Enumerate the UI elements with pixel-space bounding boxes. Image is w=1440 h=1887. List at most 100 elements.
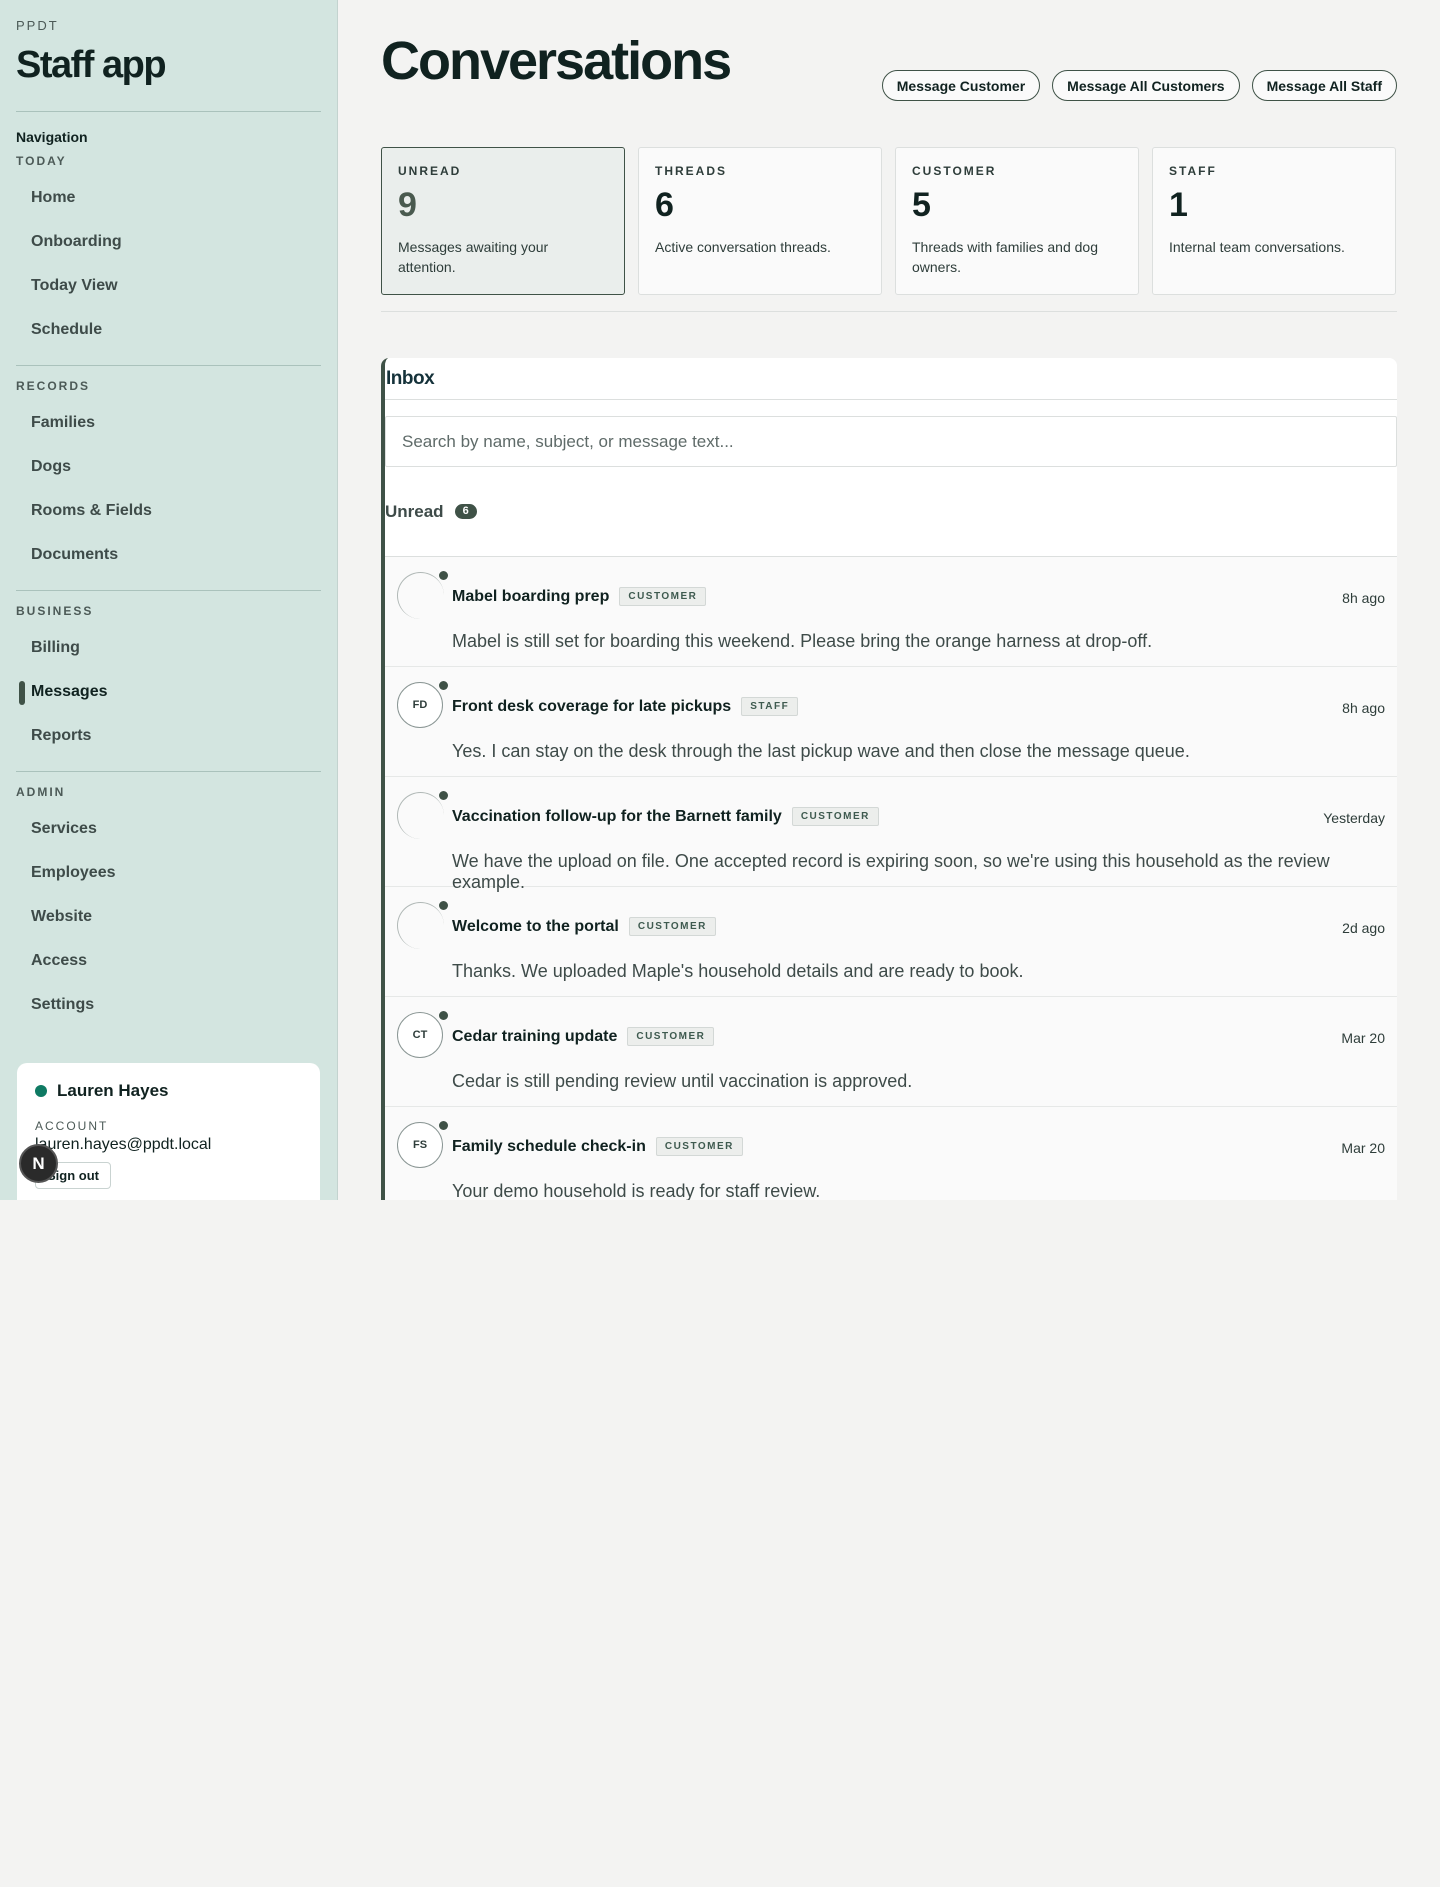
stat-label: STAFF [1169,164,1217,178]
sidebar-item-billing[interactable]: Billing [16,626,321,670]
message-all-customers-button[interactable]: Message All Customers [1052,70,1240,101]
stats-row: UNREAD 9 Messages awaiting your attentio… [381,147,1397,295]
divider [16,110,321,112]
unread-header: Unread 6 [385,467,1397,557]
sidebar-item-reports[interactable]: Reports [16,714,321,758]
message-type-badge: CUSTOMER [619,587,707,606]
avatar: FS [397,1122,443,1168]
message-header: Welcome to the portal CUSTOMER [452,917,716,936]
unread-dot-icon [439,681,448,690]
message-subject: Vaccination follow-up for the Barnett fa… [452,807,782,825]
sidebar-item-today-view[interactable]: Today View [16,264,321,308]
sidebar-item-families[interactable]: Families [16,401,321,445]
sidebar-item-rooms-fields[interactable]: Rooms & Fields [16,489,321,533]
sidebar-item-website[interactable]: Website [16,895,321,939]
message-time: Mar 20 [1341,1030,1385,1046]
stat-value: 9 [398,186,417,224]
stat-value: 6 [655,186,674,224]
sidebar-item-settings[interactable]: Settings [16,983,321,1027]
nav-section-today: TODAY Home Onboarding Today View Schedul… [16,154,321,352]
avatar [397,792,444,839]
message-type-badge: CUSTOMER [627,1027,715,1046]
message-row[interactable]: Welcome to the portal CUSTOMER 2d ago Th… [385,887,1397,997]
message-customer-button[interactable]: Message Customer [881,70,1041,101]
avatar: CT [397,1012,443,1058]
message-all-staff-button[interactable]: Message All Staff [1251,70,1397,101]
message-preview: Yes. I can stay on the desk through the … [452,741,1190,761]
app-title: Staff app [16,44,167,86]
message-header: Vaccination follow-up for the Barnett fa… [452,807,879,826]
message-preview: Cedar is still pending review until vacc… [452,1071,913,1091]
message-time: 8h ago [1342,700,1385,716]
nav-section-business: BUSINESS Billing Messages Reports [16,604,321,758]
avatar [397,572,444,619]
message-time: Yesterday [1323,810,1385,826]
search-wrap [385,400,1397,467]
unread-count-badge: 6 [454,504,477,519]
page-title: Conversations [381,31,732,91]
inbox-title: Inbox [385,358,1397,400]
sidebar-item-messages[interactable]: Messages [16,670,321,714]
message-header: Cedar training update CUSTOMER [452,1027,715,1046]
stat-card-unread[interactable]: UNREAD 9 Messages awaiting your attentio… [381,147,625,295]
message-row[interactable]: Mabel boarding prep CUSTOMER 8h ago Mabe… [385,557,1397,667]
sidebar-item-dogs[interactable]: Dogs [16,445,321,489]
message-preview: Thanks. We uploaded Maple's household de… [452,961,1024,981]
sidebar-item-documents[interactable]: Documents [16,533,321,577]
stat-value: 5 [912,186,931,224]
stat-description: Active conversation threads. [655,239,831,256]
message-preview: Your demo household is ready for staff r… [452,1181,821,1200]
inbox-panel: Inbox Unread 6 Mabel boarding prep CUSTO… [381,358,1397,1200]
unread-dot-icon [439,1121,448,1130]
sidebar-item-home[interactable]: Home [16,176,321,220]
nav-section-label: BUSINESS [16,603,94,618]
message-subject: Family schedule check-in [452,1137,646,1155]
account-name: Lauren Hayes [57,1081,169,1100]
avatar: FD [397,682,443,728]
nav-section-label: ADMIN [16,784,66,799]
sidebar-item-onboarding[interactable]: Onboarding [16,220,321,264]
stat-description: Messages awaiting your attention. [398,239,549,276]
message-subject: Mabel boarding prep [452,587,610,605]
stat-label: CUSTOMER [912,164,997,178]
sidebar-item-services[interactable]: Services [16,807,321,851]
brand-eyebrow: PPDT [16,18,59,33]
account-name-row: Lauren Hayes [35,1081,302,1101]
message-type-badge: CUSTOMER [791,807,879,826]
message-subject: Front desk coverage for late pickups [452,697,732,715]
nav-section-records: RECORDS Families Dogs Rooms & Fields Doc… [16,379,321,577]
account-label: ACCOUNT [35,1119,109,1133]
message-subject: Cedar training update [452,1027,618,1045]
nav-heading: Navigation [16,128,88,145]
message-type-badge: STAFF [741,697,799,716]
stat-label: THREADS [655,164,728,178]
message-subject: Welcome to the portal [452,917,619,935]
message-row[interactable]: CT Cedar training update CUSTOMER Mar 20… [385,997,1397,1107]
message-row[interactable]: FS Family schedule check-in CUSTOMER Mar… [385,1107,1397,1200]
divider [16,770,321,772]
message-preview: Mabel is still set for boarding this wee… [452,631,1153,651]
message-row[interactable]: FD Front desk coverage for late pickups … [385,667,1397,777]
stat-card-staff[interactable]: STAFF 1 Internal team conversations. [1152,147,1396,295]
search-input[interactable] [385,416,1397,467]
unread-label: Unread [385,501,444,521]
nav-section-admin: ADMIN Services Employees Website Access … [16,785,321,1027]
unread-dot-icon [439,791,448,800]
sidebar-item-schedule[interactable]: Schedule [16,308,321,352]
message-header: Front desk coverage for late pickups STA… [452,697,799,716]
unread-dot-icon [439,571,448,580]
nav-section-label: TODAY [16,153,67,168]
stat-label: UNREAD [398,164,462,178]
account-card: Lauren Hayes ACCOUNT lauren.hayes@ppdt.l… [17,1063,320,1200]
nav-section-label: RECORDS [16,378,91,393]
floating-n-badge-icon[interactable]: N [19,1144,58,1183]
sidebar-item-access[interactable]: Access [16,939,321,983]
message-row[interactable]: Vaccination follow-up for the Barnett fa… [385,777,1397,892]
header-actions: Message Customer Message All Customers M… [881,70,1397,101]
stat-value: 1 [1169,186,1188,224]
stat-card-customer[interactable]: CUSTOMER 5 Threads with families and dog… [895,147,1139,295]
sidebar-item-employees[interactable]: Employees [16,851,321,895]
stat-card-threads[interactable]: THREADS 6 Active conversation threads. [638,147,882,295]
avatar [397,902,444,949]
message-header: Family schedule check-in CUSTOMER [452,1137,743,1156]
